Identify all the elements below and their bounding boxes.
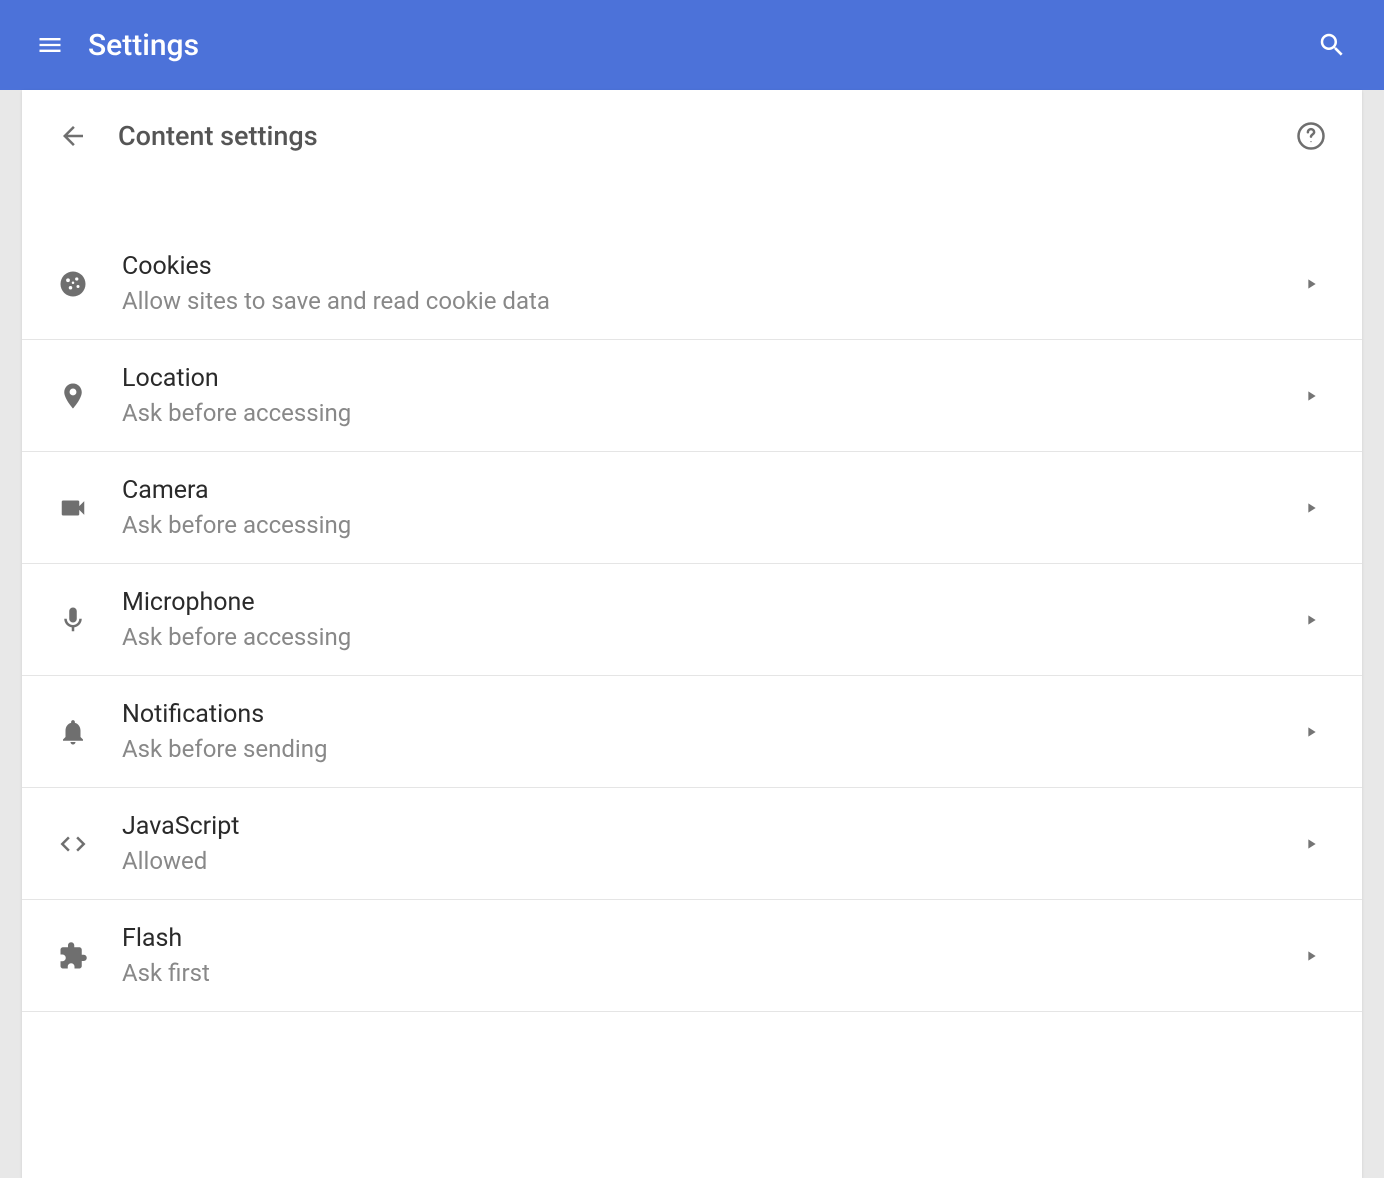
row-text: Notifications Ask before sending	[122, 700, 1302, 763]
spacer	[22, 178, 1362, 228]
location-icon	[58, 381, 88, 411]
row-title: Camera	[122, 476, 1302, 505]
row-subtitle: Ask before accessing	[122, 511, 1302, 539]
search-icon[interactable]	[1316, 29, 1348, 61]
row-title: Flash	[122, 924, 1302, 953]
cookie-icon	[58, 269, 88, 299]
setting-row-javascript[interactable]: JavaScript Allowed	[22, 788, 1362, 900]
row-subtitle: Ask before accessing	[122, 623, 1302, 651]
row-title: Location	[122, 364, 1302, 393]
setting-row-flash[interactable]: Flash Ask first	[22, 900, 1362, 1012]
row-subtitle: Ask before sending	[122, 735, 1302, 763]
setting-row-cookies[interactable]: Cookies Allow sites to save and read coo…	[22, 228, 1362, 340]
row-text: Flash Ask first	[122, 924, 1302, 987]
extension-icon	[58, 941, 88, 971]
bell-icon	[58, 717, 88, 747]
row-subtitle: Allow sites to save and read cookie data	[122, 287, 1302, 315]
row-title: JavaScript	[122, 812, 1302, 841]
chevron-right-icon	[1302, 611, 1320, 629]
camera-icon	[58, 493, 88, 523]
chevron-right-icon	[1302, 947, 1320, 965]
page-title: Content settings	[118, 120, 1296, 152]
menu-icon[interactable]	[36, 31, 64, 59]
row-text: Location Ask before accessing	[122, 364, 1302, 427]
row-text: JavaScript Allowed	[122, 812, 1302, 875]
content-card: Content settings Cookies Allow sites to …	[22, 90, 1362, 1178]
row-subtitle: Ask before accessing	[122, 399, 1302, 427]
chevron-right-icon	[1302, 499, 1320, 517]
row-title: Notifications	[122, 700, 1302, 729]
row-title: Cookies	[122, 252, 1302, 281]
microphone-icon	[58, 605, 88, 635]
row-subtitle: Ask first	[122, 959, 1302, 987]
app-bar: Settings	[0, 0, 1384, 90]
setting-row-location[interactable]: Location Ask before accessing	[22, 340, 1362, 452]
app-title: Settings	[88, 28, 1316, 63]
code-icon	[58, 829, 88, 859]
row-text: Microphone Ask before accessing	[122, 588, 1302, 651]
row-subtitle: Allowed	[122, 847, 1302, 875]
chevron-right-icon	[1302, 387, 1320, 405]
setting-row-camera[interactable]: Camera Ask before accessing	[22, 452, 1362, 564]
setting-row-microphone[interactable]: Microphone Ask before accessing	[22, 564, 1362, 676]
subheader: Content settings	[22, 90, 1362, 178]
row-text: Cookies Allow sites to save and read coo…	[122, 252, 1302, 315]
help-icon[interactable]	[1296, 121, 1326, 151]
chevron-right-icon	[1302, 835, 1320, 853]
row-title: Microphone	[122, 588, 1302, 617]
row-text: Camera Ask before accessing	[122, 476, 1302, 539]
chevron-right-icon	[1302, 275, 1320, 293]
chevron-right-icon	[1302, 723, 1320, 741]
back-icon[interactable]	[58, 121, 88, 151]
setting-row-notifications[interactable]: Notifications Ask before sending	[22, 676, 1362, 788]
